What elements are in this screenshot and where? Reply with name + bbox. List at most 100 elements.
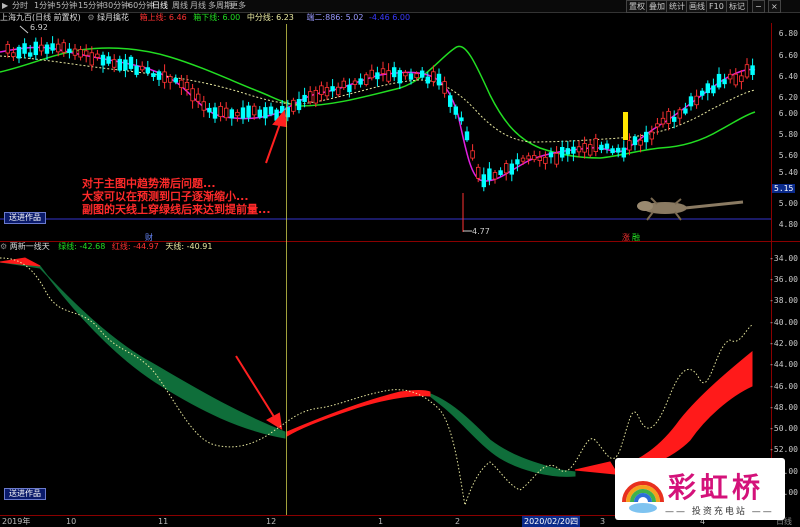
candle-body: [27, 52, 33, 57]
candle-body: [296, 99, 302, 111]
candle-body: [447, 95, 453, 107]
candle-body: [386, 70, 391, 82]
candle-body: [72, 48, 78, 56]
logo-subtitle: —— 投资充电站 ——: [665, 507, 774, 517]
red-fill-band-2: [574, 350, 753, 475]
highlight-candle: [623, 112, 628, 140]
candle-body: [515, 159, 520, 165]
candle-body: [56, 43, 61, 53]
cursor-date: 2020/02/20四: [522, 516, 581, 527]
candle-body: [694, 95, 699, 106]
candle-body: [526, 155, 531, 160]
candle-body: [335, 86, 341, 96]
candle-body: [632, 136, 638, 146]
candle-body: [470, 150, 475, 159]
candle-body: [263, 107, 268, 119]
candle-body: [475, 166, 481, 179]
candle-body: [78, 49, 83, 58]
chart-canvas: [0, 25, 771, 507]
candle-body: [397, 70, 402, 84]
candle-body: [44, 44, 50, 54]
candle-body: [319, 85, 324, 95]
candle-body: [436, 73, 442, 86]
candle-body: [95, 53, 100, 58]
candle-body: [240, 107, 246, 119]
candle-body: [554, 153, 559, 165]
candle-body: [728, 73, 733, 80]
indicator-badge[interactable]: 送进作品: [4, 488, 46, 500]
candle-body: [190, 88, 195, 102]
main-badge[interactable]: 送进作品: [4, 212, 46, 224]
candle-body: [134, 65, 139, 75]
candle-body: [498, 170, 503, 175]
candle-body: [223, 107, 229, 119]
candle-body: [565, 148, 570, 155]
candle-body: [307, 91, 313, 103]
indicator-tick: -42.00: [769, 339, 798, 348]
price-tick: 6.40: [778, 72, 798, 81]
candle-body: [33, 41, 38, 56]
lizard-image: [637, 197, 744, 221]
date-label: 2019年: [2, 517, 31, 526]
candle-body: [571, 146, 576, 154]
candle-body: [644, 131, 649, 143]
candle-body: [112, 59, 117, 68]
candle-body: [89, 52, 94, 66]
candle-body: [655, 123, 660, 128]
high-marker-line: [19, 25, 29, 34]
annotation-text: 对于主图中趋势滞后问题... 大家可以在预测到口子逐渐缩小... 副图的天线上穿绿线…: [82, 177, 271, 216]
price-tick: 4.80: [778, 220, 798, 229]
price-tick: 6.80: [778, 29, 798, 38]
candle-body: [341, 80, 346, 89]
indicator-tick: -48.00: [769, 403, 798, 412]
current-price-tag: 5.15: [772, 184, 796, 193]
price-tick: 5.40: [778, 168, 798, 177]
candle-body: [128, 56, 134, 69]
candle-body: [431, 71, 436, 82]
candle-body: [313, 90, 318, 104]
candle-body: [16, 46, 22, 59]
candle-body: [167, 76, 173, 83]
candle-body: [369, 69, 374, 79]
candle-body: [201, 101, 206, 111]
candle-body: [151, 73, 156, 78]
candle-body: [487, 168, 492, 181]
marker-rong: 融: [632, 233, 640, 242]
candle-body: [408, 73, 414, 80]
candle-body: [739, 75, 744, 82]
candle-body: [173, 77, 178, 83]
indicator-tick: -46.00: [769, 382, 798, 391]
candle-body: [375, 72, 380, 80]
candle-body: [391, 67, 397, 78]
candle-body: [61, 42, 66, 53]
high-price-label: 6.92: [30, 23, 48, 32]
candle-body: [84, 50, 89, 56]
price-axis: 6.80 6.60 6.40 6.20 6.00 5.80 5.60 5.40 …: [771, 23, 800, 241]
candle-body: [11, 52, 16, 57]
candle-body: [744, 64, 750, 78]
candle-body: [117, 58, 122, 71]
candle-body: [616, 147, 621, 153]
candle-body: [716, 73, 722, 88]
candle-body: [123, 59, 128, 71]
price-tick: 6.60: [778, 51, 798, 60]
candle-body: [207, 107, 212, 113]
date-label: 1: [378, 517, 384, 526]
indicator-tick: -36.00: [769, 275, 798, 284]
candle-body: [548, 152, 554, 158]
date-label: 11: [158, 517, 169, 526]
annotation-line-2: 大家可以在预测到口子逐渐缩小...: [82, 190, 249, 203]
candle-body: [39, 44, 44, 52]
date-label: 3: [600, 517, 606, 526]
candle-body: [677, 109, 682, 119]
candle-body: [705, 83, 710, 94]
candle-body: [352, 80, 358, 85]
candle-body: [453, 106, 458, 115]
candle-body: [363, 74, 369, 85]
candle-body: [162, 71, 167, 83]
candle-body: [302, 94, 307, 102]
candle-body: [184, 81, 190, 90]
green-fill-band: [0, 261, 286, 439]
indicator-tick: -38.00: [769, 296, 798, 305]
date-label: 2: [455, 517, 461, 526]
